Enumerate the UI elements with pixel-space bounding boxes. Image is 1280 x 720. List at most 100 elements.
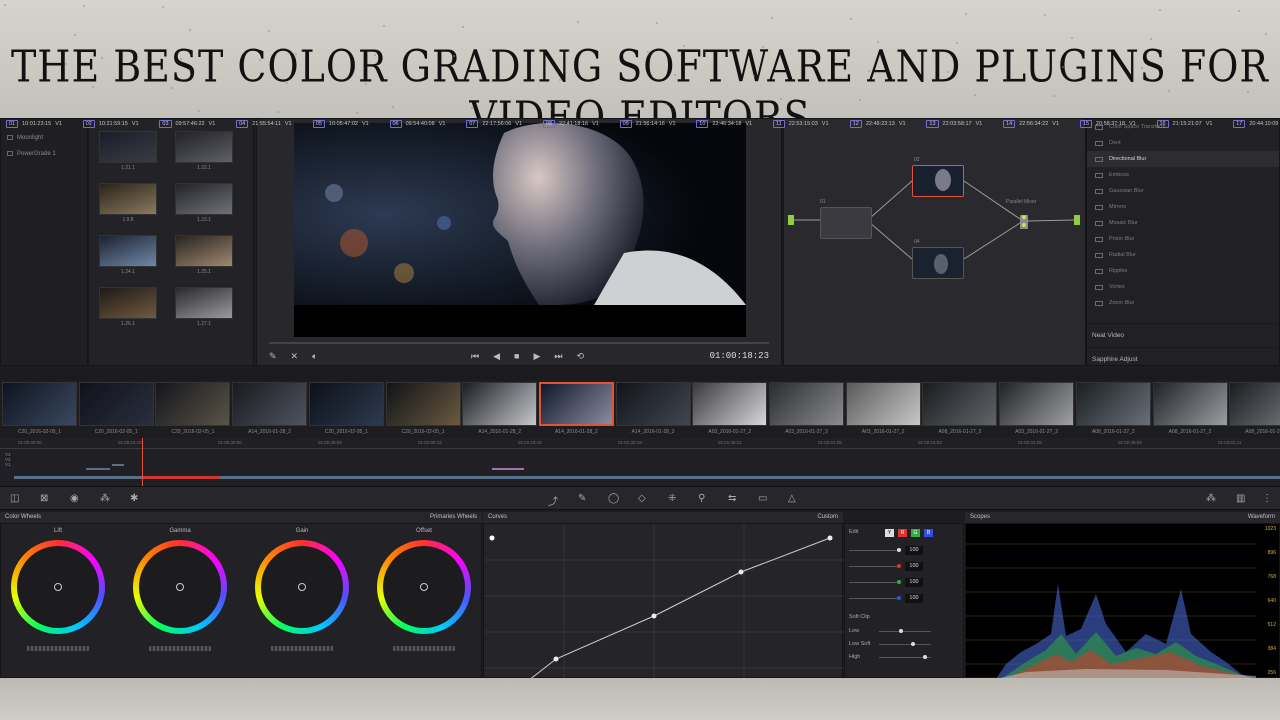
tracker-icon[interactable]: ◇	[638, 493, 646, 504]
camera-icon[interactable]: ◫	[10, 493, 19, 504]
play-icon[interactable]: ▶	[533, 351, 540, 362]
channel-b-toggle[interactable]: B	[924, 529, 933, 537]
soft-clip-slider[interactable]	[879, 628, 931, 633]
effect-item[interactable]: Vortex	[1087, 279, 1279, 295]
color-match-icon[interactable]: ⊠	[40, 493, 48, 504]
gallery-still[interactable]	[175, 183, 233, 215]
color-wheel-offset[interactable]	[377, 540, 471, 634]
effect-item[interactable]: Radial Blur	[1087, 247, 1279, 263]
effect-item[interactable]: Mirrors	[1087, 199, 1279, 215]
play-reverse-icon[interactable]: ◀	[493, 351, 500, 362]
sizing-icon[interactable]: ⇆	[728, 493, 736, 504]
skip-start-icon[interactable]: ⏮︎	[471, 351, 479, 362]
node-02[interactable]	[912, 165, 964, 197]
soft-clip-slider[interactable]	[879, 641, 931, 646]
effect-item[interactable]: Dent	[1087, 135, 1279, 151]
wheel-puck[interactable]	[54, 583, 62, 591]
effect-category[interactable]: Neat Video	[1087, 323, 1279, 347]
gallery-still[interactable]	[99, 235, 157, 267]
soft-clip-slider[interactable]	[879, 654, 931, 659]
wheel-puck[interactable]	[298, 583, 306, 591]
cross-icon[interactable]: ✕	[291, 351, 299, 362]
slider-knob[interactable]	[923, 654, 927, 659]
channel-y-toggle[interactable]: Y	[885, 529, 894, 537]
gallery-item[interactable]: PowerGrade 1	[1, 143, 87, 159]
clip-thumbnail[interactable]	[385, 382, 461, 426]
qualifier-icon[interactable]: ✎	[578, 493, 586, 504]
intensity-value[interactable]: 100	[905, 562, 923, 571]
color-wheel-lift[interactable]	[11, 540, 105, 634]
intensity-value[interactable]: 100	[905, 546, 923, 555]
clip-thumbnail[interactable]	[78, 382, 154, 426]
magic-mask-icon[interactable]: ⚲	[698, 493, 705, 504]
slider-knob[interactable]	[911, 641, 915, 646]
clip-thumbnail[interactable]	[1152, 382, 1228, 426]
curves-icon[interactable]: ⤴	[548, 493, 558, 508]
mini-timeline[interactable]: V3 V2 V1 01:00:00:00 01:00:15:10 01:00:30:00…	[0, 438, 1280, 486]
scopes-mode-select[interactable]: Waveform	[1248, 514, 1275, 521]
clip-thumbnail[interactable]	[922, 382, 998, 426]
intensity-slider[interactable]	[849, 564, 901, 568]
stop-icon[interactable]: ■	[514, 351, 519, 362]
intensity-slider[interactable]	[849, 580, 901, 584]
pen-icon[interactable]: ✎	[269, 351, 277, 362]
channel-g-toggle[interactable]: G	[911, 529, 920, 537]
slider-knob[interactable]	[897, 548, 901, 552]
clip-thumbnail[interactable]	[999, 382, 1075, 426]
window-icon[interactable]: ◯	[608, 493, 619, 504]
clip-thumbnail[interactable]	[1229, 382, 1280, 426]
skip-end-icon[interactable]: ⏭︎	[554, 351, 562, 362]
node-04[interactable]	[912, 247, 964, 279]
slider-knob[interactable]	[897, 580, 901, 584]
viewer-frame[interactable]	[294, 123, 746, 337]
clip-thumbnail[interactable]	[615, 382, 691, 426]
effect-item[interactable]: Directional Blur	[1087, 151, 1279, 167]
slider-knob[interactable]	[897, 596, 901, 600]
scopes-icon[interactable]: ▥	[1236, 493, 1245, 504]
intensity-slider[interactable]	[849, 548, 901, 552]
intensity-value[interactable]: 100	[905, 594, 923, 603]
master-wheel[interactable]	[271, 646, 333, 651]
effect-item[interactable]: Zoom Blur	[1087, 295, 1279, 311]
motion-icon[interactable]: ✱	[130, 493, 138, 504]
master-wheel[interactable]	[27, 646, 89, 651]
loop-icon[interactable]: ⟲	[577, 351, 585, 362]
master-wheel[interactable]	[393, 646, 455, 651]
gallery-still[interactable]	[99, 287, 157, 319]
viewer-scrubber[interactable]	[269, 342, 769, 344]
clip-thumbnail[interactable]	[155, 382, 231, 426]
channel-r-toggle[interactable]: R	[898, 529, 907, 537]
info-icon[interactable]: ⋮	[1262, 493, 1272, 504]
blur-icon[interactable]: ⁜	[668, 493, 676, 504]
master-wheel[interactable]	[149, 646, 211, 651]
clip-thumbnail[interactable]	[1075, 382, 1151, 426]
clip-thumbnail[interactable]	[308, 382, 384, 426]
wheels-mode-select[interactable]: Primaries Wheels	[430, 514, 477, 521]
node-01[interactable]	[820, 207, 872, 239]
color-wheel-gain[interactable]	[255, 540, 349, 634]
keyframe-icon[interactable]: △	[788, 493, 796, 504]
wheel-puck[interactable]	[176, 583, 184, 591]
stereo-icon[interactable]: ▭	[758, 493, 767, 504]
intensity-value[interactable]: 100	[905, 578, 923, 587]
clip-thumbnail[interactable]	[692, 382, 768, 426]
effect-item[interactable]: Emboss	[1087, 167, 1279, 183]
wheel-puck[interactable]	[420, 583, 428, 591]
gallery-still[interactable]	[175, 235, 233, 267]
gallery-still[interactable]	[175, 131, 233, 163]
clip-thumbnail[interactable]	[538, 382, 614, 426]
speaker-icon[interactable]: 🔈︎	[312, 351, 317, 362]
curves-graph[interactable]	[484, 524, 844, 678]
effect-item[interactable]: Gaussian Blur	[1087, 183, 1279, 199]
curves-mode-select[interactable]: Custom	[817, 514, 838, 521]
clip-thumbnail[interactable]	[232, 382, 308, 426]
effect-item[interactable]: Ripples	[1087, 263, 1279, 279]
clip-thumbnail[interactable]	[2, 382, 77, 426]
color-wheels-icon[interactable]: ◉	[70, 493, 79, 504]
nodes-icon[interactable]: ⁂	[1206, 493, 1216, 504]
effect-item[interactable]: Mosaic Blur	[1087, 215, 1279, 231]
rgb-mixer-icon[interactable]: ⁂	[100, 493, 110, 504]
intensity-slider[interactable]	[849, 596, 901, 600]
clip-thumbnail[interactable]	[769, 382, 844, 426]
gallery-still[interactable]	[99, 183, 157, 215]
